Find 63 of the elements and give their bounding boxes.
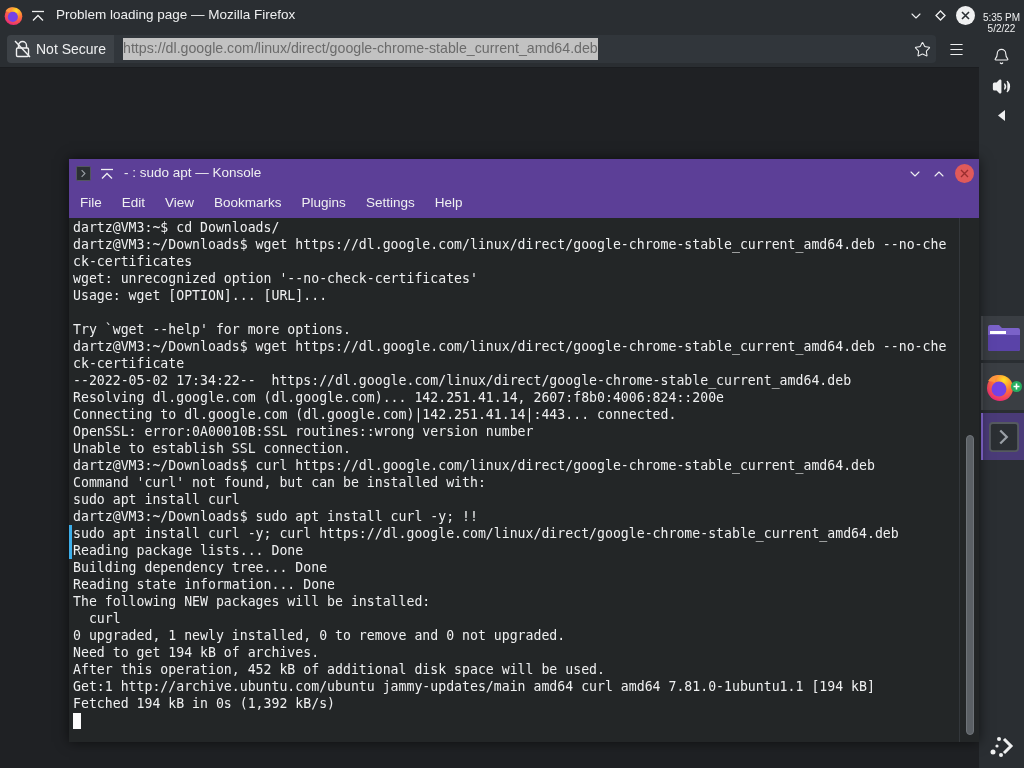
terminal-line: The following NEW packages will be installed: [72,593,431,610]
terminal-line: Try `wget --help' for more options. [72,321,351,338]
close-button[interactable] [956,6,975,25]
terminal-line: Building dependency tree... Done [72,559,328,576]
clock-time: 5:35 PM [982,12,1021,23]
terminal-line: ck-certificate [72,355,185,372]
volume-icon[interactable] [992,77,1011,96]
terminal-line: Connecting to dl.google.com (dl.google.com)|142.251.41.14|:443... connected. [72,406,677,423]
menu-item[interactable]: Bookmarks [204,190,292,216]
terminal-line: dartz@VM3:~/Downloads$ sudo apt install curl -y; !! [72,508,478,525]
terminal-line: dartz@VM3:~/Downloads$ wget https://dl.google.com/linux/direct/google-chrome-stable_current_amd64.deb --no-che [72,236,947,253]
menu-item[interactable]: Plugins [291,190,356,216]
terminal-line: Resolving dl.google.com (dl.google.com)... 142.251.41.14, 2607:f8b0:4006:824::200e [72,389,725,406]
bookmark-star-button[interactable] [908,35,936,63]
terminal-line: dartz@VM3:~$ cd Downloads/ [72,219,280,236]
menu-item[interactable]: Help [424,190,473,216]
terminal-line: dartz@VM3:~/Downloads$ curl https://dl.google.com/linux/direct/google-chrome-stable_current_amd64.deb [72,457,875,474]
terminal-icon [76,166,91,181]
terminal-line: Unable to establish SSL connection. [72,440,351,457]
browser-logo-icon [985,372,1014,401]
terminal-line: Fetched 194 kB in 0s (1,392 kB/s) [72,695,335,712]
terminal-line: --2022-05-02 17:34:22-- https://dl.google.com/linux/direct/google-chrome-stable_current_amd64.deb [72,372,852,389]
terminal-line: wget: unrecognized option '--no-check-certificates' [72,270,478,287]
scrollbar-thumb[interactable] [965,435,974,735]
window-title: Problem loading page — Mozilla Firefox [56,6,296,25]
not-secure-button[interactable]: Not Secure [7,35,114,63]
caret-left-icon[interactable] [998,110,1005,121]
star-icon [913,40,931,58]
terminal-line: sudo apt install curl -y; curl https://dl.google.com/linux/direct/google-chrome-stable_current_amd64.deb [69,525,899,542]
terminal-line: sudo apt install curl [72,491,240,508]
terminal-line: dartz@VM3:~/Downloads$ wget https://dl.google.com/linux/direct/google-chrome-stable_current_amd64.deb --no-che [72,338,947,355]
taskbar-button[interactable] [981,316,1024,360]
clock-date: 5/2/22 [987,23,1016,34]
close-icon [960,169,969,178]
terminal-line: OpenSSL: error:0A00010B:SSL routines::wrong version number [72,423,534,440]
menu-item[interactable]: Edit [111,190,156,216]
folder-icon [986,324,1021,352]
diamond-icon [934,10,946,21]
keep-above-icon[interactable] [31,9,45,22]
terminal-line: Reading state information... Done [72,576,335,593]
window-title: - : sudo apt — Konsole [124,164,262,183]
dots-arrow-icon[interactable] [989,735,1014,757]
insecure-lock-icon [14,40,31,58]
maximize-button[interactable] [932,7,948,24]
terminal-line: 0 upgraded, 1 newly installed, 0 to remove and 0 not upgraded. [72,627,566,644]
keep-above-icon[interactable] [100,167,114,180]
terminal-line: Command 'curl' not found, but can be installed with: [72,474,486,491]
taskbar-button[interactable] [981,363,1024,410]
plus-badge-icon [1010,380,1022,392]
notification-bell-icon[interactable] [993,48,1010,65]
menu-item[interactable]: Settings [355,190,425,216]
terminal-line: After this operation, 452 kB of additional disk space will be used. [72,661,605,678]
terminal-line: Reading package lists... Done [69,542,304,559]
close-icon [961,11,970,20]
terminal-line: curl [87,610,121,627]
menu-item[interactable]: View [155,190,205,216]
terminal-line: ck-certificates [72,253,193,270]
browser-logo-icon [4,6,23,25]
terminal-line: Usage: wget [OPTION]... [URL]... [72,287,328,304]
terminal-line: Need to get 194 kB of archives. [72,644,320,661]
terminal-line: Get:1 http://archive.ubuntu.com/ubuntu jammy-updates/main amd64 curl amd64 7.81.0-1ubuntu1.1 [194 kB] [72,678,875,695]
menu-item[interactable]: File [70,190,112,216]
terminal-icon [988,421,1019,452]
